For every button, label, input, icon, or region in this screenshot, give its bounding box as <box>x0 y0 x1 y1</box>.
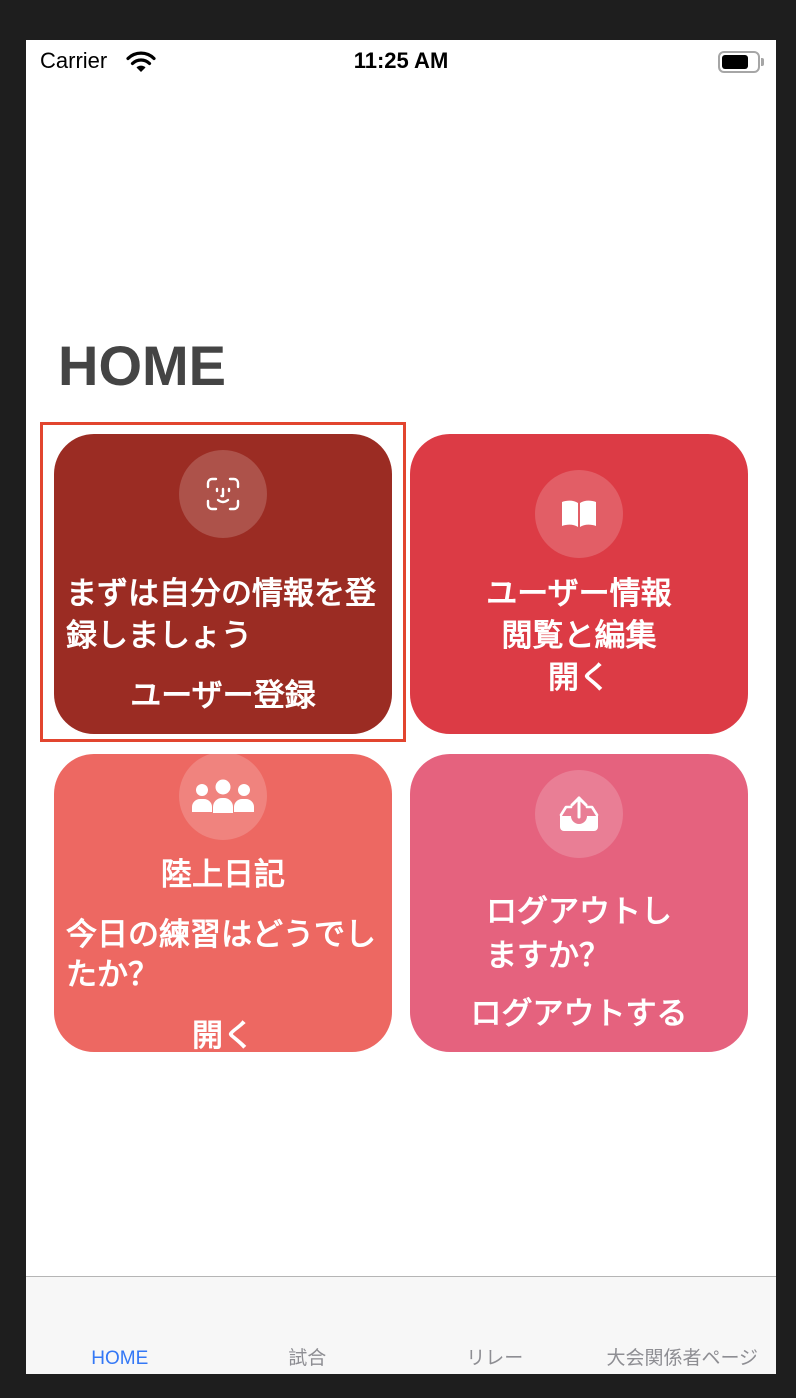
card-message: まずは自分の情報を登録しましょう <box>66 576 376 653</box>
card-message: ログアウトしますか？ <box>486 894 672 973</box>
card-label: ユーザー情報 閲覧と編集 開く <box>410 573 748 699</box>
card-line: 閲覧と編集 <box>501 618 657 653</box>
icon-circle <box>179 450 267 538</box>
open-diary-label: 開く <box>192 1018 254 1052</box>
tab-home[interactable]: HOME <box>26 1277 214 1374</box>
group-icon <box>192 779 254 813</box>
card-line: ユーザー情報 <box>486 576 672 611</box>
card-message: 今日の練習はどうでしたか？ <box>66 917 376 992</box>
register-user-card[interactable]: まずは自分の情報を登録しましょう ユーザー登録 <box>54 434 392 734</box>
tab-label: 大会関係者ページ <box>606 1348 759 1369</box>
page-title: HOME <box>58 334 226 397</box>
icon-circle <box>179 754 267 840</box>
tab-label: 試合 <box>288 1348 327 1369</box>
tab-bar: HOME 試合 リレー 大会関係者ページ <box>26 1276 776 1374</box>
tray-upload-icon <box>559 796 599 831</box>
user-info-card[interactable]: ユーザー情報 閲覧と編集 開く <box>410 434 748 734</box>
battery-cap <box>761 58 764 66</box>
battery-fill <box>722 55 748 69</box>
logout-label: ログアウトする <box>470 996 688 1031</box>
book-icon <box>562 500 596 527</box>
card-line: 開く <box>548 660 610 695</box>
battery-icon <box>718 51 766 73</box>
diary-title: 陸上日記 <box>161 857 285 892</box>
logout-card[interactable]: ログアウトしますか？ ログアウトする <box>410 754 748 1052</box>
register-user-label: ユーザー登録 <box>130 678 316 713</box>
clock: 11:25 AM <box>353 48 449 73</box>
face-id-icon <box>206 477 240 511</box>
phone-screen: Carrier 11:25 AM HOME まずは自分の情報を登録しましょう ユ… <box>26 40 776 1374</box>
icon-circle <box>535 470 623 558</box>
diary-card[interactable]: 陸上日記 今日の練習はどうでしたか？ 開く <box>54 754 392 1052</box>
tab-label: HOME <box>91 1348 149 1369</box>
icon-circle <box>535 770 623 858</box>
tab-officials[interactable]: 大会関係者ページ <box>589 1277 777 1374</box>
status-bar: Carrier 11:25 AM <box>26 40 776 84</box>
tab-match[interactable]: 試合 <box>214 1277 402 1374</box>
tab-relay[interactable]: リレー <box>401 1277 589 1374</box>
tab-label: リレー <box>466 1348 524 1369</box>
